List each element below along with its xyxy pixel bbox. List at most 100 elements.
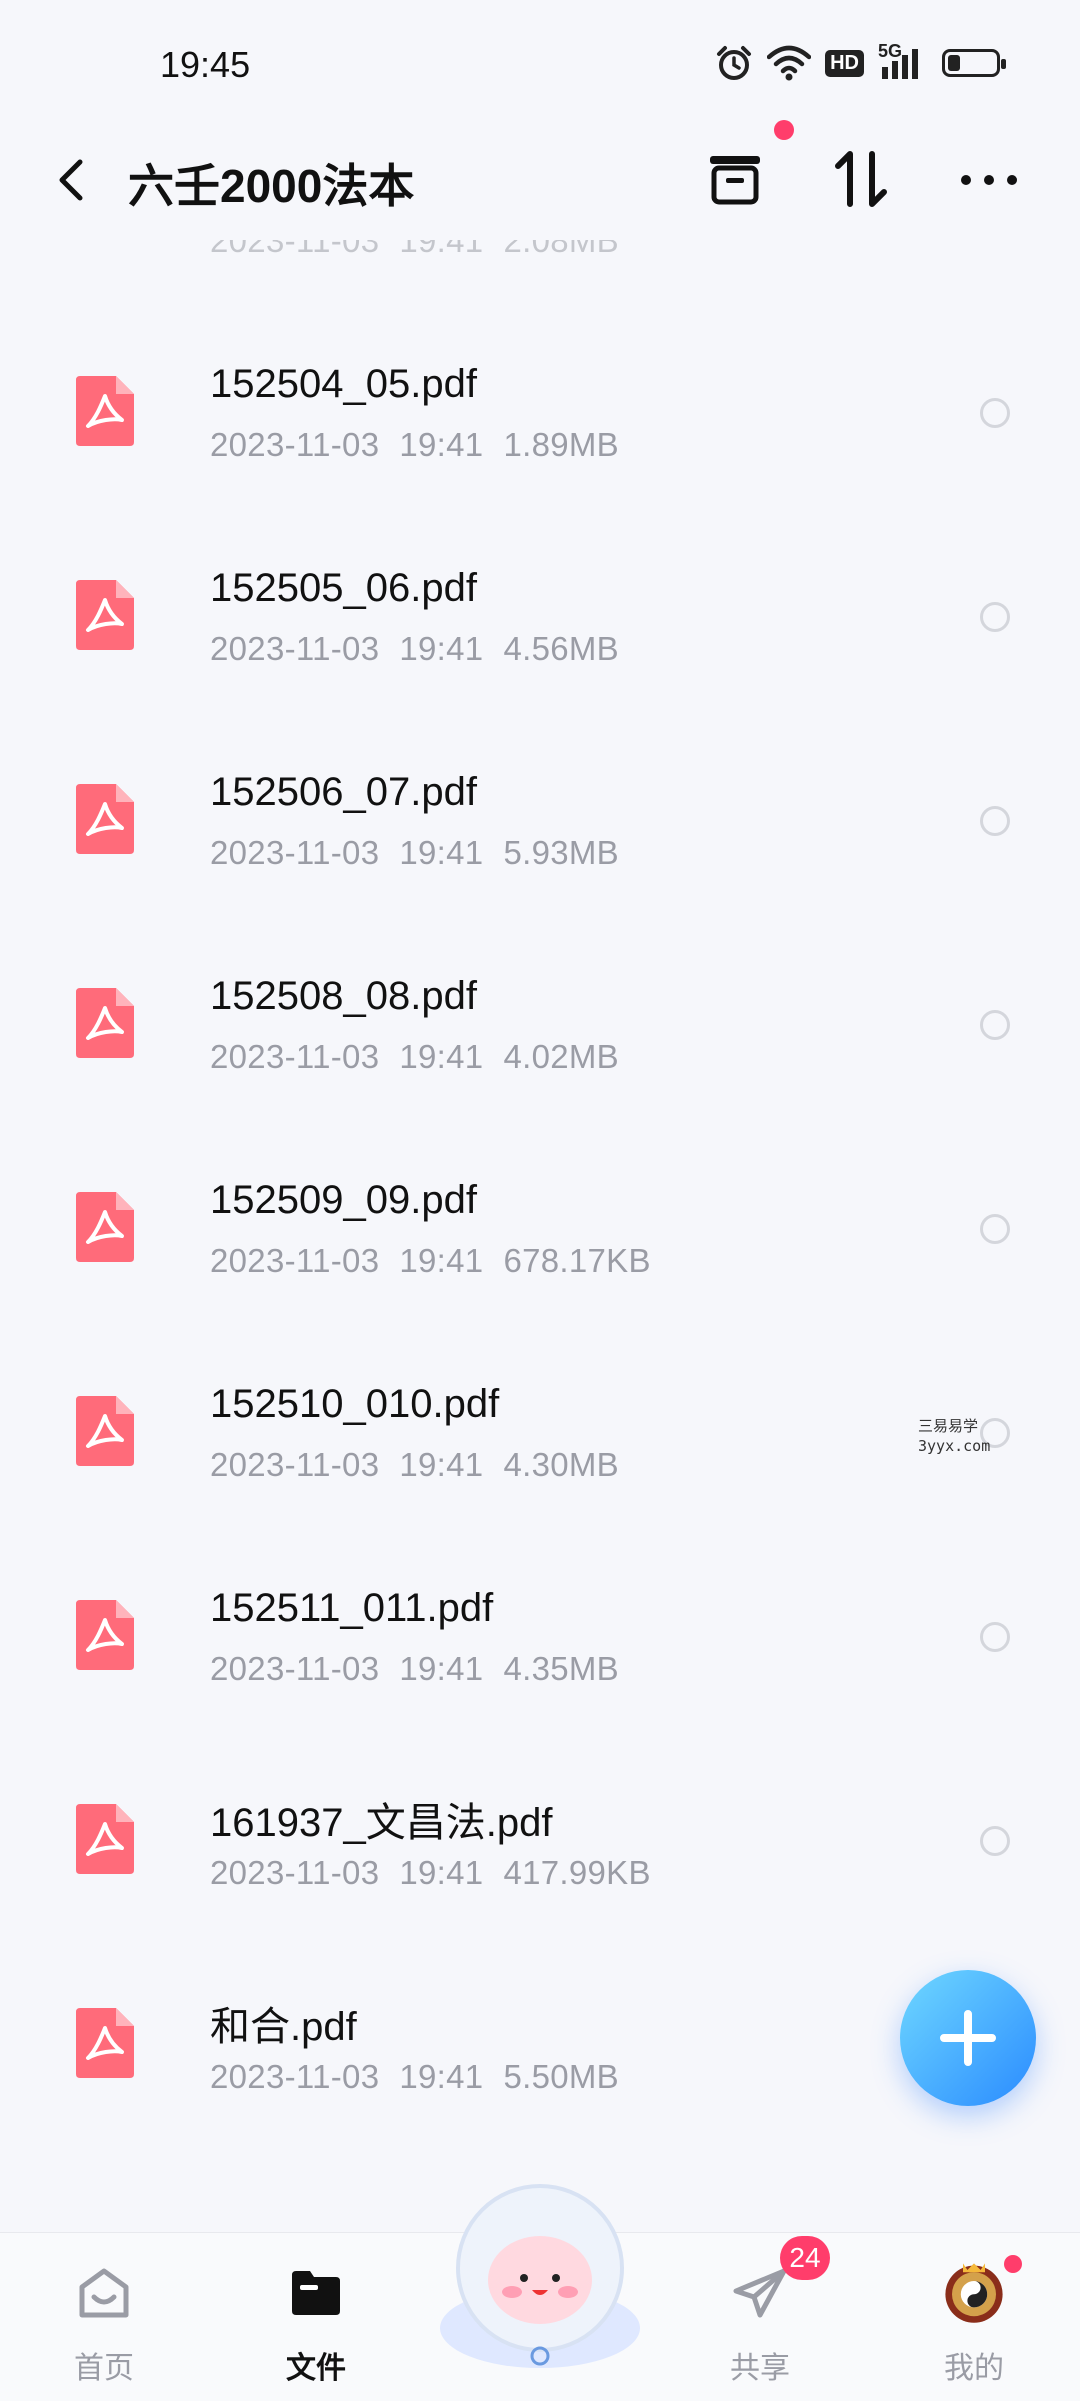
hd-icon: HD <box>825 49 864 77</box>
select-radio[interactable] <box>980 602 1010 632</box>
file-list: 2023-11-03 19:41 2.08MB 152504_05.pdf 2023… <box>0 240 1080 2230</box>
file-meta: 2023-11-03 19:41 4.02MB <box>210 1038 619 1076</box>
profile-notification-dot <box>1004 2255 1022 2273</box>
file-date: 2023-11-03 <box>210 834 380 871</box>
share-badge: 24 <box>780 2236 830 2280</box>
file-name: 152505_06.pdf <box>210 566 477 610</box>
home-smile-icon <box>79 2268 129 2318</box>
file-size: 678.17KB <box>503 1242 651 1279</box>
list-item[interactable]: 152508_08.pdf 2023-11-03 19:41 4.02MB <box>0 926 1080 1130</box>
file-time: 19:41 <box>399 1446 484 1483</box>
file-time: 19:41 <box>399 630 484 667</box>
file-meta: 2023-11-03 19:41 5.50MB <box>210 2058 619 2096</box>
file-name: 152509_09.pdf <box>210 1178 477 1222</box>
plus-icon <box>940 2010 996 2066</box>
select-radio[interactable] <box>980 1010 1010 1040</box>
file-name: 152510_010.pdf <box>210 1382 500 1426</box>
nav-share-label: 共享 <box>730 2352 790 2385</box>
nav-home-label: 首页 <box>74 2352 134 2385</box>
file-size: 1.89MB <box>503 426 619 463</box>
file-date: 2023-11-03 <box>210 2058 380 2095</box>
app-header: 六壬2000法本 <box>0 120 1080 240</box>
file-meta: 2023-11-03 19:41 4.30MB <box>210 1446 619 1484</box>
back-arrow-icon[interactable] <box>46 150 96 210</box>
file-name: 152506_07.pdf <box>210 770 477 814</box>
avatar-icon <box>945 2263 1003 2323</box>
file-size: 5.50MB <box>503 2058 619 2095</box>
list-item[interactable]: 2023-11-03 19:41 2.08MB <box>0 240 1080 314</box>
nav-home[interactable]: 首页 <box>34 2253 174 2393</box>
battery-icon <box>942 49 1006 77</box>
archive-box-icon[interactable] <box>700 144 770 214</box>
alarm-icon <box>717 46 752 80</box>
file-time: 19:41 <box>399 2058 484 2095</box>
pdf-file-icon <box>76 784 134 854</box>
list-item[interactable]: 152506_07.pdf 2023-11-03 19:41 5.93MB <box>0 722 1080 926</box>
file-meta: 2023-11-03 19:41 678.17KB <box>210 1242 651 1280</box>
list-item[interactable]: 152511_011.pdf 2023-11-03 19:41 4.35MB <box>0 1538 1080 1742</box>
status-icons: HD 5G <box>715 41 1006 82</box>
wifi-icon <box>767 45 812 81</box>
select-radio[interactable] <box>980 1214 1010 1244</box>
file-date: 2023-11-03 <box>210 1446 380 1483</box>
list-item[interactable]: 152505_06.pdf 2023-11-03 19:41 4.56MB <box>0 518 1080 722</box>
file-meta: 2023-11-03 19:41 2.08MB <box>210 240 619 259</box>
pdf-file-icon <box>76 1804 134 1874</box>
file-date: 2023-11-03 <box>210 1650 380 1687</box>
file-size: 417.99KB <box>503 1854 651 1891</box>
list-item[interactable]: 152509_09.pdf 2023-11-03 19:41 678.17KB <box>0 1130 1080 1334</box>
more-options-icon[interactable] <box>954 144 1024 214</box>
pdf-file-icon <box>76 2008 134 2078</box>
file-meta: 2023-11-03 19:41 4.56MB <box>210 630 619 668</box>
pdf-file-icon <box>76 376 134 446</box>
file-meta: 2023-11-03 19:41 1.89MB <box>210 426 619 464</box>
status-time: 19:45 <box>160 44 251 85</box>
list-item[interactable]: 152504_05.pdf 2023-11-03 19:41 1.89MB <box>0 314 1080 518</box>
pdf-file-icon <box>76 988 134 1058</box>
file-name: 152504_05.pdf <box>210 362 477 406</box>
file-date: 2023-11-03 <box>210 426 380 463</box>
list-item[interactable]: 161937_文昌法.pdf 2023-11-03 19:41 417.99KB <box>0 1742 1080 1946</box>
nav-files-label: 文件 <box>286 2352 346 2385</box>
file-time: 19:41 <box>399 1038 484 1075</box>
file-size: 4.02MB <box>503 1038 619 1075</box>
file-time: 19:41 <box>399 834 484 871</box>
pdf-file-icon <box>76 580 134 650</box>
file-name: 161937_文昌法.pdf <box>210 1801 553 1845</box>
nav-mine[interactable]: 我的 <box>904 2253 1044 2393</box>
page-title: 六壬2000法本 <box>128 160 415 212</box>
select-radio[interactable] <box>980 1826 1010 1856</box>
select-radio[interactable] <box>980 398 1010 428</box>
file-date: 2023-11-03 <box>210 1242 380 1279</box>
pdf-file-icon <box>76 1192 134 1262</box>
file-meta: 2023-11-03 19:41 5.93MB <box>210 834 619 872</box>
file-time: 19:41 <box>399 1854 484 1891</box>
file-name: 152511_011.pdf <box>210 1586 494 1630</box>
file-name: 152508_08.pdf <box>210 974 477 1018</box>
notification-dot <box>774 120 794 140</box>
mascot-assistant-button[interactable] <box>428 2168 652 2378</box>
file-time: 19:41 <box>399 1650 484 1687</box>
watermark: 三易易学 3yyx.com <box>918 1417 991 1455</box>
file-time: 19:41 <box>399 426 484 463</box>
file-size: 4.35MB <box>503 1650 619 1687</box>
file-date: 2023-11-03 <box>210 630 380 667</box>
select-radio[interactable] <box>980 806 1010 836</box>
nav-mine-label: 我的 <box>944 2352 1004 2385</box>
paper-plane-icon <box>733 2268 787 2318</box>
file-name: 和合.pdf <box>210 2005 357 2049</box>
file-meta: 2023-11-03 19:41 4.35MB <box>210 1650 619 1688</box>
signal-icon: 5G <box>878 41 928 81</box>
pdf-file-icon <box>76 1600 134 1670</box>
file-date: 2023-11-03 <box>210 1038 380 1075</box>
status-bar: 19:45 HD 5G <box>0 0 1080 120</box>
sort-icon[interactable] <box>826 144 896 214</box>
file-date: 2023-11-03 <box>210 1854 380 1891</box>
file-size: 5.93MB <box>503 834 619 871</box>
folder-icon <box>292 2271 340 2315</box>
file-meta: 2023-11-03 19:41 417.99KB <box>210 1854 651 1892</box>
select-radio[interactable] <box>980 1622 1010 1652</box>
nav-files[interactable]: 文件 <box>246 2253 386 2393</box>
add-button[interactable] <box>900 1970 1036 2106</box>
battery-fill <box>948 55 960 71</box>
